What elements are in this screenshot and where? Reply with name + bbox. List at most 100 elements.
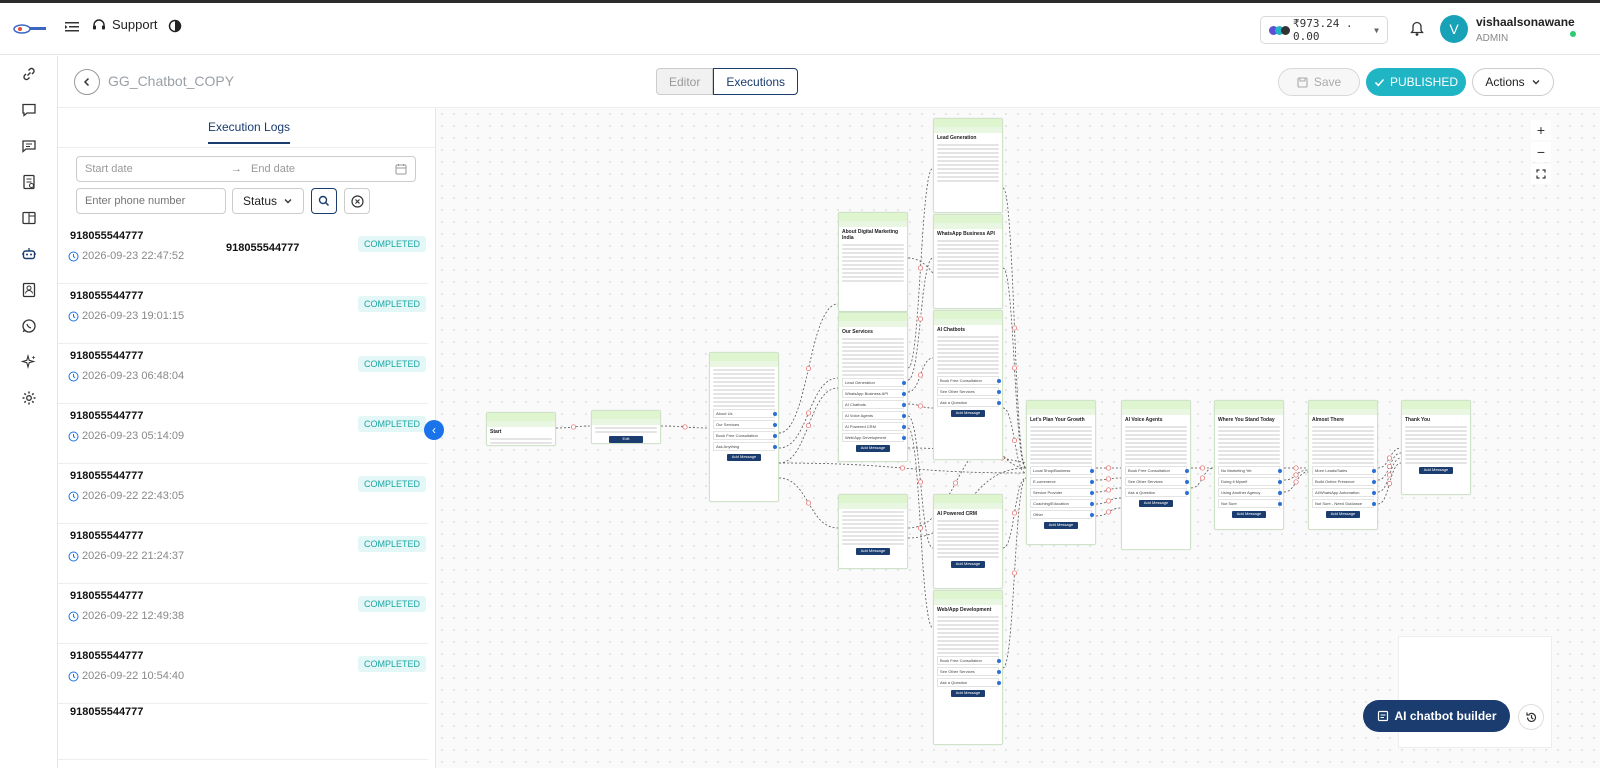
edge-delete-handle[interactable] [805, 410, 812, 416]
table-row[interactable]: 918055544777 [58, 700, 428, 760]
node-option-button[interactable]: About Us [713, 409, 777, 418]
node-add-button[interactable]: Add Message [1232, 511, 1266, 518]
collapse-panel-button[interactable]: ‹ [424, 420, 444, 440]
flow-node[interactable]: About Digital Marketing India [838, 212, 908, 312]
tab-execution-logs[interactable]: Execution Logs [208, 120, 291, 144]
edge-delete-handle[interactable] [805, 365, 812, 372]
table-row[interactable]: 918055544777 2026-09-23 06:48:04 COMPLETED [58, 344, 428, 404]
node-option-button[interactable]: Book Free Consultation [1125, 466, 1189, 475]
node-option-button[interactable]: Lead Generation [842, 378, 906, 387]
zoom-in-button[interactable]: + [1531, 120, 1551, 140]
edge-delete-handle[interactable] [917, 265, 924, 271]
edge-delete-handle[interactable] [1011, 570, 1018, 576]
node-option-button[interactable]: Ask a Question [1125, 488, 1189, 497]
node-option-button[interactable]: Book Free Consultation [937, 656, 1001, 665]
node-option-button[interactable]: Using Another Agency [1218, 488, 1282, 497]
node-option-button[interactable]: AI/WhatsApp Automation [1312, 488, 1376, 497]
status-filter-dropdown[interactable]: Status [232, 188, 304, 214]
flow-node[interactable]: About Us Our Services Book Free Consultati… [709, 352, 779, 502]
edge-delete-handle[interactable] [1199, 465, 1206, 471]
edge-delete-handle[interactable] [1386, 455, 1393, 461]
theme-toggle-icon[interactable] [168, 19, 182, 33]
node-add-button[interactable]: Add Message [951, 410, 985, 417]
node-option-button[interactable]: No Marketing Yet [1218, 466, 1282, 475]
edge-delete-handle[interactable] [1386, 480, 1393, 487]
chatbot-icon[interactable] [21, 246, 37, 262]
table-row[interactable]: 918055544777 2026-09-22 10:54:40 COMPLETED [58, 644, 428, 704]
ai-chatbot-builder-button[interactable]: AI chatbot builder [1363, 700, 1510, 732]
message-icon[interactable] [21, 138, 37, 154]
node-option-button[interactable]: WhatsApp Business API [842, 389, 906, 398]
edge-delete-handle[interactable] [570, 424, 577, 430]
node-add-button[interactable]: Add Message [1139, 500, 1173, 507]
edge-delete-handle[interactable] [805, 422, 812, 429]
node-option-button[interactable]: Build Online Presence [1312, 477, 1376, 486]
node-option-button[interactable]: See Other Services [1125, 477, 1189, 486]
support-link[interactable]: Support [92, 17, 158, 32]
node-option-button[interactable]: See Other Services [937, 667, 1001, 676]
flow-node[interactable]: AI Powered CRM Add Message [933, 494, 1003, 589]
node-option-button[interactable]: Local Shop/Business [1030, 466, 1094, 475]
edge-delete-handle[interactable] [917, 316, 924, 322]
flow-node[interactable]: AI Chatbots Book Free Consultation See Oth… [933, 310, 1003, 460]
tab-editor[interactable]: Editor [656, 68, 714, 95]
table-row[interactable]: 918055544777 2026-09-23 05:14:09 COMPLETED [58, 404, 428, 464]
edge-delete-handle[interactable] [917, 403, 924, 409]
node-option-button[interactable]: Book Free Consultation [937, 376, 1001, 385]
node-add-button[interactable]: Add Message [856, 445, 890, 452]
clear-filters-button[interactable] [344, 188, 370, 214]
edge-delete-handle[interactable] [1105, 465, 1112, 471]
edge-delete-handle[interactable] [1105, 476, 1112, 482]
wallet-balance-dropdown[interactable]: ₹973.24 . 0.00 ▼ [1260, 16, 1388, 44]
report-icon[interactable] [21, 174, 37, 190]
node-option-button[interactable]: See Other Services [937, 387, 1001, 396]
chat-bubble-icon[interactable] [21, 102, 37, 118]
back-button[interactable] [74, 69, 100, 95]
search-button[interactable] [311, 188, 337, 214]
gear-icon[interactable] [21, 390, 37, 406]
table-row[interactable]: 918055544777 2026-09-23 19:01:15 COMPLETED [58, 284, 428, 344]
edge-delete-handle[interactable] [917, 525, 924, 531]
node-option-button[interactable]: Doing it Myself [1218, 477, 1282, 486]
node-option-button[interactable]: Web/App Development [842, 433, 906, 442]
edge-delete-handle[interactable] [1011, 510, 1018, 516]
avatar[interactable]: V [1440, 15, 1468, 43]
link-icon[interactable] [21, 66, 37, 82]
menu-toggle-icon[interactable] [64, 19, 80, 35]
flow-node[interactable]: AI Voice Agents Book Free Consultation See… [1121, 400, 1191, 550]
ai-sparkle-icon[interactable] [21, 354, 37, 370]
table-row[interactable]: 918055544777 2026-09-22 21:24:37 COMPLETED [58, 524, 428, 584]
tab-executions[interactable]: Executions [713, 68, 799, 95]
template-icon[interactable] [21, 210, 37, 226]
node-option-button[interactable]: Ask a Question [937, 678, 1001, 687]
brand-logo[interactable] [12, 21, 48, 37]
node-option-button[interactable]: Our Services [713, 420, 777, 429]
edge-delete-handle[interactable] [1386, 472, 1393, 478]
flow-node[interactable]: Edit [591, 410, 661, 444]
table-row[interactable]: 918055544777 2026-09-22 22:43:05 COMPLETED [58, 464, 428, 524]
edge-delete-handle[interactable] [1386, 463, 1393, 470]
edge-delete-handle[interactable] [805, 500, 812, 506]
actions-dropdown[interactable]: Actions [1472, 68, 1554, 96]
edge-delete-handle[interactable] [899, 465, 906, 471]
edge-delete-handle[interactable] [1011, 365, 1018, 371]
node-option-button[interactable]: Other [1030, 510, 1094, 519]
node-option-button[interactable]: Book Free Consultation [713, 431, 777, 440]
node-option-button[interactable]: AI Powered CRM [842, 422, 906, 431]
edge-delete-handle[interactable] [1105, 498, 1112, 504]
edge-delete-handle[interactable] [1293, 465, 1299, 471]
edge-delete-handle[interactable] [1105, 509, 1112, 515]
node-option-button[interactable]: Not Sure - Need Guidance [1312, 499, 1376, 508]
history-button[interactable] [1518, 704, 1544, 730]
node-add-button[interactable]: Add Message [951, 561, 985, 568]
phone-number-input[interactable] [76, 188, 226, 214]
flow-node[interactable]: Add Message [838, 494, 908, 569]
flow-node[interactable]: Almost There More Leads/Sales Build Online… [1308, 400, 1378, 530]
flow-node[interactable]: WhatsApp Business API [933, 214, 1003, 309]
node-option-button[interactable]: AI Voice Agents [842, 411, 906, 420]
table-row[interactable]: 918055544777 2026-09-23 22:47:52 COMPLETED… [58, 224, 428, 284]
node-add-button[interactable]: Add Message [856, 548, 890, 555]
edge-delete-handle[interactable] [917, 479, 924, 485]
node-option-button[interactable]: More Leads/Sales [1312, 466, 1376, 475]
contacts-icon[interactable] [21, 282, 37, 298]
